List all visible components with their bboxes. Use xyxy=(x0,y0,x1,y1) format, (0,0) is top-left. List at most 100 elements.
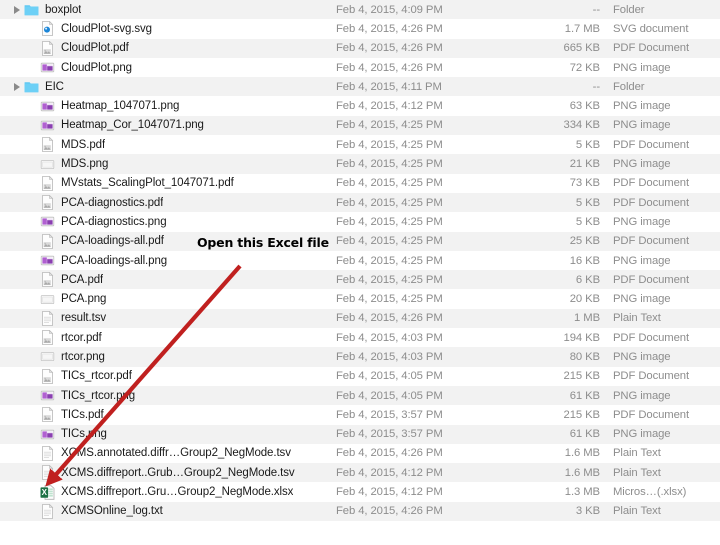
file-date-modified: Feb 4, 2015, 4:25 PM xyxy=(336,177,443,190)
file-size: 73 KB xyxy=(569,177,600,190)
table-row[interactable]: boxplot Feb 4, 2015, 4:09 PM -- Folder xyxy=(0,0,720,20)
file-size: 215 KB xyxy=(563,408,601,421)
pdf-document-icon xyxy=(40,233,55,249)
table-row[interactable]: MDS.pdf Feb 4, 2015, 4:25 PM 5 KB PDF Docum… xyxy=(0,135,720,155)
file-name: XCMSOnline_log.txt xyxy=(61,505,163,518)
folder-icon xyxy=(24,2,39,17)
png-image-icon xyxy=(40,60,55,75)
png-image-icon xyxy=(40,427,55,442)
file-date-modified: Feb 4, 2015, 4:03 PM xyxy=(336,350,443,363)
pdf-document-icon xyxy=(40,195,55,211)
file-size: 80 KB xyxy=(569,350,600,363)
file-kind: Plain Text xyxy=(613,466,661,479)
table-row[interactable]: PCA.png Feb 4, 2015, 4:25 PM 20 KB PNG imag… xyxy=(0,289,720,309)
table-row[interactable]: TICs.pdf Feb 4, 2015, 3:57 PM 215 KB PDF Do… xyxy=(0,405,720,425)
disclosure-triangle-icon[interactable] xyxy=(10,82,24,91)
table-row[interactable]: rtcor.pdf Feb 4, 2015, 4:03 PM 194 KB PDF D… xyxy=(0,328,720,348)
table-row[interactable]: XCMS.annotated.diffr…Group2_NegMode.tsv F… xyxy=(0,443,720,464)
file-date-modified: Feb 4, 2015, 4:26 PM xyxy=(336,61,443,74)
table-row[interactable]: PCA-loadings-all.pdf Feb 4, 2015, 4:25 PM… xyxy=(0,231,720,251)
file-name: PCA-loadings-all.pdf xyxy=(61,235,164,248)
table-row[interactable]: rtcor.png Feb 4, 2015, 4:03 PM 80 KB PNG im… xyxy=(0,347,720,367)
file-size: 1.3 MB xyxy=(564,486,600,499)
file-size: 61 KB xyxy=(569,389,600,402)
file-kind: PDF Document xyxy=(613,177,690,190)
svg-document-icon xyxy=(40,21,55,37)
file-name: TICs_rtcor.pdf xyxy=(61,370,132,383)
file-kind: Folder xyxy=(613,80,645,93)
pdf-document-icon xyxy=(40,407,55,423)
file-size: 5 KB xyxy=(575,138,600,151)
pdf-document-icon xyxy=(40,368,55,384)
table-row[interactable]: result.tsv Feb 4, 2015, 4:26 PM 1 MB Plain … xyxy=(0,308,720,329)
file-name: PCA-diagnostics.pdf xyxy=(61,196,164,209)
table-row[interactable]: XCMS.diffreport..Grub…Group2_NegMode.tsv… xyxy=(0,463,720,483)
file-date-modified: Feb 4, 2015, 3:57 PM xyxy=(336,408,443,421)
file-date-modified: Feb 4, 2015, 4:25 PM xyxy=(336,273,443,286)
png-image-icon xyxy=(40,214,55,229)
file-kind: PDF Document xyxy=(613,42,690,55)
file-size: 1.7 MB xyxy=(564,22,600,35)
table-row[interactable]: MDS.png Feb 4, 2015, 4:25 PM 21 KB PNG imag… xyxy=(0,154,720,174)
png-blank-icon xyxy=(40,349,55,364)
file-date-modified: Feb 4, 2015, 4:26 PM xyxy=(336,447,443,460)
file-name: CloudPlot.png xyxy=(61,61,132,74)
file-kind: Micros…(.xlsx) xyxy=(613,486,687,499)
table-row[interactable]: TICs_rtcor.png Feb 4, 2015, 4:05 PM 61 KB P… xyxy=(0,385,720,406)
file-kind: PNG image xyxy=(613,293,671,306)
file-date-modified: Feb 4, 2015, 4:12 PM xyxy=(336,466,443,479)
file-kind: PNG image xyxy=(613,428,671,441)
file-name: MVstats_ScalingPlot_1047071.pdf xyxy=(61,177,234,190)
table-row[interactable]: MVstats_ScalingPlot_1047071.pdf Feb 4, 20… xyxy=(0,173,720,193)
file-size: 63 KB xyxy=(569,100,600,113)
file-date-modified: Feb 4, 2015, 4:03 PM xyxy=(336,331,443,344)
table-row[interactable]: Heatmap_Cor_1047071.png Feb 4, 2015, 4:25… xyxy=(0,115,720,136)
table-row[interactable]: PCA-diagnostics.png Feb 4, 2015, 4:25 PM 5… xyxy=(0,212,720,232)
file-size: 6 KB xyxy=(575,273,600,286)
file-kind: PNG image xyxy=(613,100,671,113)
table-row[interactable]: PCA.pdf Feb 4, 2015, 4:25 PM 6 KB PDF Docum… xyxy=(0,270,720,290)
table-row[interactable]: EIC Feb 4, 2015, 4:11 PM -- Folder xyxy=(0,77,720,97)
file-list[interactable]: boxplot Feb 4, 2015, 4:09 PM -- Folder Clou… xyxy=(0,0,720,522)
file-kind: PDF Document xyxy=(613,235,690,248)
file-date-modified: Feb 4, 2015, 4:25 PM xyxy=(336,235,443,248)
table-row[interactable]: XCMSOnline_log.txt Feb 4, 2015, 4:26 PM 3 … xyxy=(0,501,720,522)
file-kind: PNG image xyxy=(613,119,671,132)
file-size: 61 KB xyxy=(569,428,600,441)
png-image-icon xyxy=(40,99,55,114)
file-name: CloudPlot-svg.svg xyxy=(61,22,152,35)
file-name: PCA.pdf xyxy=(61,273,104,286)
file-name: TICs.pdf xyxy=(61,408,104,421)
png-image-icon xyxy=(40,388,55,403)
table-row[interactable]: CloudPlot.png Feb 4, 2015, 4:26 PM 72 KB PN… xyxy=(0,57,720,78)
table-row[interactable]: X XCMS.diffreport..Gru…Group2_NegMode.xl… xyxy=(0,482,720,502)
table-row[interactable]: PCA-loadings-all.png Feb 4, 2015, 4:25 PM… xyxy=(0,250,720,271)
pdf-document-icon xyxy=(40,137,55,153)
disclosure-triangle-icon[interactable] xyxy=(10,5,24,14)
table-row[interactable]: CloudPlot.pdf Feb 4, 2015, 4:26 PM 665 KB P… xyxy=(0,38,720,58)
file-size: 3 KB xyxy=(575,505,600,518)
table-row[interactable]: TICs.png Feb 4, 2015, 3:57 PM 61 KB PNG ima… xyxy=(0,424,720,444)
file-date-modified: Feb 4, 2015, 4:12 PM xyxy=(336,486,443,499)
file-date-modified: Feb 4, 2015, 4:26 PM xyxy=(336,22,443,35)
table-row[interactable]: PCA-diagnostics.pdf Feb 4, 2015, 4:25 PM 5… xyxy=(0,192,720,213)
file-size: 1.6 MB xyxy=(564,466,600,479)
text-document-icon xyxy=(40,445,55,461)
file-date-modified: Feb 4, 2015, 4:26 PM xyxy=(336,505,443,518)
text-document-icon xyxy=(40,465,55,481)
file-size: 5 KB xyxy=(575,215,600,228)
png-image-icon xyxy=(40,118,55,133)
table-row[interactable]: TICs_rtcor.pdf Feb 4, 2015, 4:05 PM 215 KB… xyxy=(0,366,720,386)
file-kind: PNG image xyxy=(613,158,671,171)
file-kind: PDF Document xyxy=(613,370,690,383)
file-date-modified: Feb 4, 2015, 3:57 PM xyxy=(336,428,443,441)
file-date-modified: Feb 4, 2015, 4:12 PM xyxy=(336,100,443,113)
file-kind: PNG image xyxy=(613,350,671,363)
file-kind: SVG document xyxy=(613,22,689,35)
table-row[interactable]: Heatmap_1047071.png Feb 4, 2015, 4:12 PM 6… xyxy=(0,96,720,116)
file-date-modified: Feb 4, 2015, 4:25 PM xyxy=(336,119,443,132)
table-row[interactable]: CloudPlot-svg.svg Feb 4, 2015, 4:26 PM 1.7… xyxy=(0,19,720,39)
file-date-modified: Feb 4, 2015, 4:09 PM xyxy=(336,3,443,16)
file-name: PCA-diagnostics.png xyxy=(61,215,167,228)
file-date-modified: Feb 4, 2015, 4:25 PM xyxy=(336,254,443,267)
